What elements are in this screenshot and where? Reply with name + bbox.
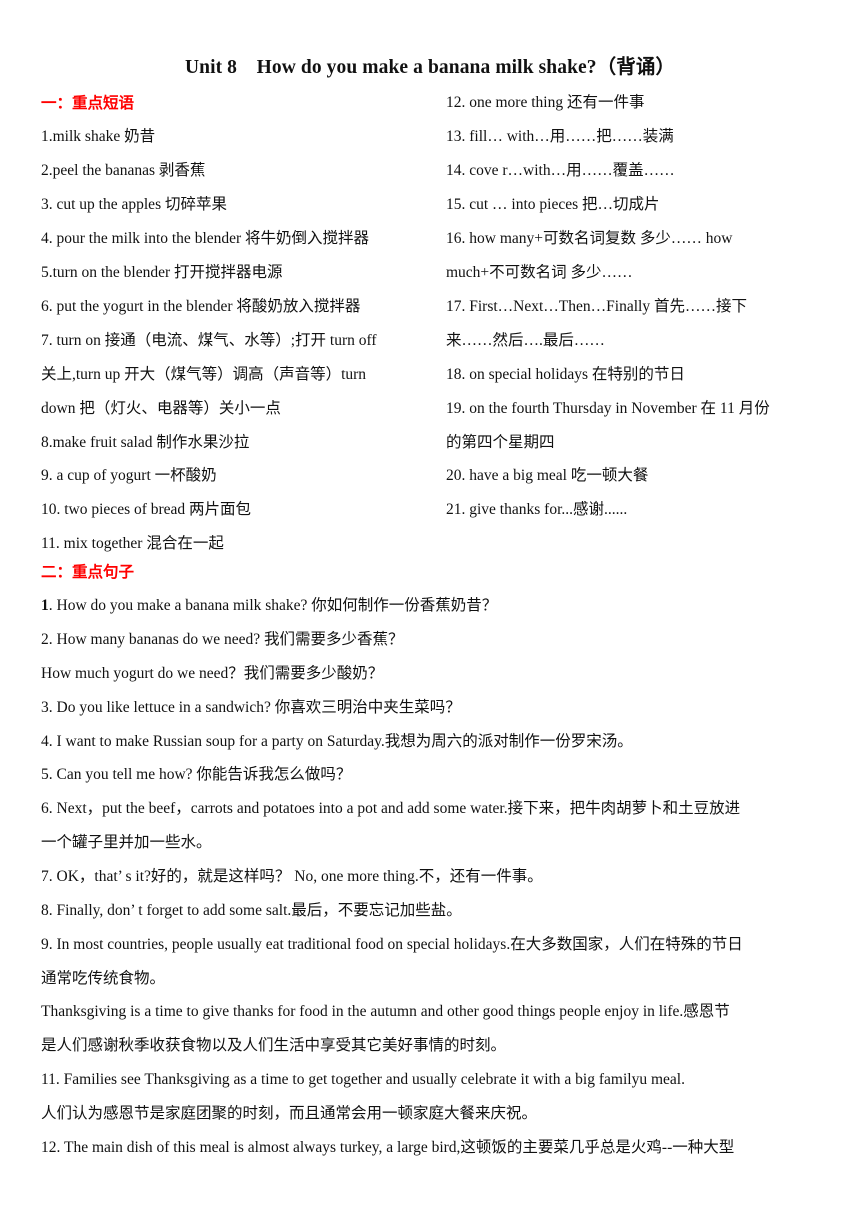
phrase-line: 5.turn on the blender 打开搅拌器电源 [41, 264, 283, 281]
phrase-line: much+不可数名词 多少…… [446, 264, 633, 281]
sentence-line: 8. Finally, don’ t forget to add some sa… [41, 902, 462, 919]
sentence-line: Thanksgiving is a time to give thanks fo… [41, 1003, 730, 1020]
page-title: Unit 8 How do you make a banana milk sha… [184, 57, 676, 78]
phrase-line: 21. give thanks for...感谢...... [446, 501, 628, 518]
sentence-line: 2. How many bananas do we need? 我们需要多少香蕉… [41, 631, 404, 648]
phrase-line: 3. cut up the apples 切碎苹果 [41, 196, 227, 213]
sentence-line: 一个罐子里并加一些水。 [41, 834, 212, 851]
document-page: Unit 8 How do you make a banana milk sha… [0, 0, 860, 1216]
phrase-line: 18. on special holidays 在特别的节日 [446, 366, 685, 383]
phrase-line: 7. turn on 接通（电流、煤气、水等）;打开 turn off [41, 332, 377, 349]
sentence-line: 4. I want to make Russian soup for a par… [41, 733, 633, 750]
sentence-text: . How do you make a banana milk shake? 你… [48, 597, 498, 614]
section-heading-phrases: 一：重点短语 [41, 94, 135, 112]
sentence-line: 1. How do you make a banana milk shake? … [41, 596, 497, 616]
sentence-line: 3. Do you like lettuce in a sandwich? 你喜… [41, 699, 461, 716]
phrase-line: 1.milk shake 奶昔 [41, 128, 156, 145]
sentence-line: 6. Next，put the beef，carrots and potatoe… [41, 800, 741, 817]
phrase-line: 16. how many+可数名词复数 多少…… how [446, 230, 733, 247]
sentence-line: 11. Families see Thanksgiving as a time … [41, 1071, 685, 1088]
phrase-line: 10. two pieces of bread 两片面包 [41, 501, 252, 518]
phrase-line: 关上,turn up 开大（煤气等）调高（声音等）turn [41, 366, 367, 383]
phrase-line: 4. pour the milk into the blender 将牛奶倒入搅… [41, 230, 370, 247]
phrase-line: 15. cut … into pieces 把…切成片 [446, 196, 660, 213]
phrase-line: 12. one more thing 还有一件事 [446, 94, 645, 111]
sentence-line: 7. OK，that’ s it?好的，就是这样吗？ No, one more … [41, 868, 543, 885]
phrase-line: 8.make fruit salad 制作水果沙拉 [41, 434, 250, 451]
sentence-line: 是人们感谢秋季收获食物以及人们生活中享受其它美好事情的时刻。 [41, 1037, 507, 1054]
phrase-line: 19. on the fourth Thursday in November 在… [446, 400, 770, 417]
sentence-line: 5. Can you tell me how? 你能告诉我怎么做吗？ [41, 766, 352, 783]
sentence-line: 通常吃传统食物。 [41, 970, 166, 987]
sentence-line: 12. The main dish of this meal is almost… [41, 1139, 735, 1156]
phrase-line: 17. First…Next…Then…Finally 首先……接下 [446, 298, 747, 315]
sentence-number: 1 [41, 597, 49, 614]
phrase-line: 2.peel the bananas 剥香蕉 [41, 162, 206, 179]
phrase-line: 14. cove r…with…用……覆盖…… [446, 162, 675, 179]
sentence-line: 人们认为感恩节是家庭团聚的时刻，而且通常会用一顿家庭大餐来庆祝。 [41, 1105, 538, 1122]
phrase-line: 13. fill… with…用……把……装满 [446, 128, 674, 145]
phrase-line: 9. a cup of yogurt 一杯酸奶 [41, 467, 217, 484]
sentence-line: How much yogurt do we need？我们需要多少酸奶？ [41, 665, 384, 682]
phrase-line: 的第四个星期四 [446, 434, 555, 451]
phrase-line: 20. have a big meal 吃一顿大餐 [446, 467, 649, 484]
phrase-line: 6. put the yogurt in the blender 将酸奶放入搅拌… [41, 298, 361, 315]
sentence-line: 9. In most countries, people usually eat… [41, 936, 743, 953]
phrase-line: down 把（灯火、电器等）关小一点 [41, 400, 281, 417]
section-heading-sentences: 二：重点句子 [41, 563, 135, 581]
phrase-line: 11. mix together 混合在一起 [41, 535, 224, 552]
phrase-line: 来……然后….最后…… [446, 332, 605, 349]
